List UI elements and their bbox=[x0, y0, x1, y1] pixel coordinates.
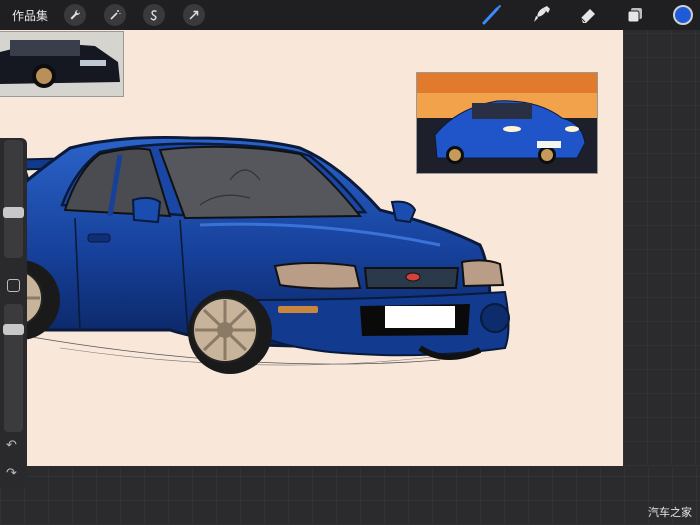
redo-icon[interactable]: ↷ bbox=[6, 466, 17, 481]
brush-icon[interactable] bbox=[481, 4, 503, 26]
layers-icon[interactable] bbox=[624, 4, 646, 26]
opacity-handle[interactable] bbox=[3, 324, 24, 335]
adjustments-magic-wand-icon[interactable] bbox=[104, 4, 126, 26]
canvas-margin-bottom bbox=[0, 466, 700, 525]
gallery-button[interactable]: 作品集 bbox=[12, 7, 48, 24]
reference-photo-rear[interactable] bbox=[0, 31, 124, 97]
smudge-icon[interactable] bbox=[530, 4, 552, 26]
color-picker-swatch[interactable] bbox=[673, 5, 693, 25]
top-toolbar: 作品集 bbox=[0, 0, 700, 30]
reference-photo-sunset[interactable] bbox=[416, 72, 598, 174]
eraser-icon[interactable] bbox=[577, 4, 599, 26]
canvas-margin-right bbox=[623, 30, 700, 466]
watermark-text: 汽车之家 bbox=[648, 506, 692, 519]
brush-size-handle[interactable] bbox=[3, 207, 24, 218]
undo-icon[interactable]: ↶ bbox=[6, 438, 17, 453]
actions-wrench-icon[interactable] bbox=[64, 4, 86, 26]
transform-arrow-icon[interactable] bbox=[183, 4, 205, 26]
opacity-slider[interactable] bbox=[3, 304, 24, 432]
modify-square-button[interactable] bbox=[7, 279, 20, 292]
brush-size-slider[interactable] bbox=[3, 140, 24, 258]
sidebar-tools: ↶ ↷ bbox=[0, 138, 27, 488]
selection-icon[interactable] bbox=[143, 4, 165, 26]
drawing-canvas[interactable] bbox=[0, 30, 623, 466]
